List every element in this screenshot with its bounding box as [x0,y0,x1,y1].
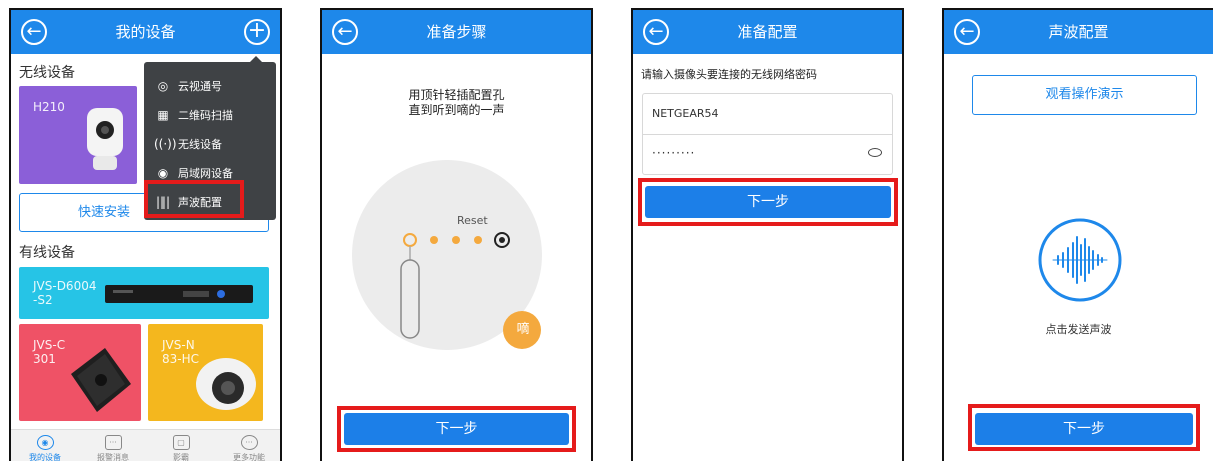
ssid-field[interactable]: NETGEAR54 [652,94,719,134]
tab-video[interactable]: ▢ 影霸 [147,430,215,461]
wifi-form: NETGEAR54 ········· [642,93,893,175]
device-card-label: JVS-C 301 [33,338,66,366]
wifi-icon: ((·)) [154,137,177,151]
monitor-tab-icon: ▢ [172,435,190,450]
tab-label: 更多功能 [233,453,265,461]
device-card-n83[interactable]: JVS-N 83-HC [148,324,263,421]
eye-icon[interactable] [868,148,882,157]
wireless-section-title: 无线设备 [19,65,75,81]
menu-item-cloud-id[interactable]: ◎ 云视通号 [154,72,270,100]
device-card-h210[interactable]: H210 [19,86,137,184]
camera-h210-image [87,108,123,170]
page-title: 我的设备 [115,23,176,41]
beep-badge: 嘀 [516,322,530,337]
camera-c301-image [71,348,131,412]
top-bar: ← 声波配置 [944,10,1213,54]
tab-label: 我的设备 [29,453,61,461]
add-device-button[interactable]: + [244,19,270,45]
wired-section-title: 有线设备 [19,245,75,261]
message-tab-icon: ··· [104,435,122,450]
tab-label: 报警消息 [97,453,129,461]
password-prompt: 请输入摄像头要连接的无线网络密码 [641,68,817,81]
top-bar: ← 准备配置 [633,10,902,54]
bottom-tab-bar: ◉ 我的设备 ··· 报警消息 ▢ 影霸 ··· 更多功能 [11,429,280,461]
screen-prepare-steps: ← 准备步骤 用顶针轻插配置孔 直到听到嘀的一声 Reset 嘀 下一步 [320,8,593,461]
highlight-box [144,180,244,218]
menu-item-label: 二维码扫描 [178,109,233,122]
tab-label: 影霸 [173,453,189,461]
send-sound-label: 点击发送声波 [1045,323,1112,336]
highlight-box [968,404,1200,451]
dome-camera-image [196,358,256,410]
watch-demo-button[interactable]: 观看操作演示 [972,75,1197,115]
page-title: 准备配置 [737,23,798,41]
page-title: 准备步骤 [426,23,487,41]
sound-wave-icon[interactable] [1035,215,1125,305]
screen-my-devices: ← 我的设备 + 无线设备 H210 快速安装 有线设备 JVS-D6004 -… [9,8,282,461]
reset-illustration [352,160,542,350]
instruction-line-1: 用顶针轻插配置孔 [408,88,505,102]
device-card-label: H210 [33,100,65,114]
menu-item-qr-scan[interactable]: ▦ 二维码扫描 [154,101,270,129]
instruction-text: 用顶针轻插配置孔 直到听到嘀的一声 [322,88,591,118]
screen-prepare-config: ← 准备配置 请输入摄像头要连接的无线网络密码 NETGEAR54 ······… [631,8,904,461]
highlight-box [638,178,898,226]
device-card-label: JVS-D6004 -S2 [33,279,97,307]
device-card-d6004[interactable]: JVS-D6004 -S2 [19,267,269,319]
menu-item-label: 无线设备 [178,138,222,151]
camera-tab-icon: ◉ [36,435,54,450]
cloud-camera-icon: ◎ [157,79,169,93]
menu-item-label: 局域网设备 [178,167,233,180]
menu-item-wireless[interactable]: ((·))无线设备 [154,130,270,158]
highlight-box [337,406,576,452]
menu-item-label: 云视通号 [178,80,222,93]
screen-sound-config: ← 声波配置 观看操作演示 点击发送声波 下一步 [942,8,1213,461]
dvr-image [105,285,253,303]
tab-my-devices[interactable]: ◉ 我的设备 [11,430,79,461]
tab-alarm-messages[interactable]: ··· 报警消息 [79,430,147,461]
tab-more[interactable]: ··· 更多功能 [215,430,280,461]
reset-label: Reset [457,214,488,227]
device-card-c301[interactable]: JVS-C 301 [19,324,141,421]
top-bar: ← 准备步骤 [322,10,591,54]
qr-code-icon: ▦ [157,108,169,122]
top-bar: ← 我的设备 + [11,10,280,54]
more-tab-icon: ··· [240,435,258,450]
instruction-line-2: 直到听到嘀的一声 [408,103,505,117]
password-field[interactable]: ········· [652,135,695,175]
page-title: 声波配置 [1048,23,1109,41]
